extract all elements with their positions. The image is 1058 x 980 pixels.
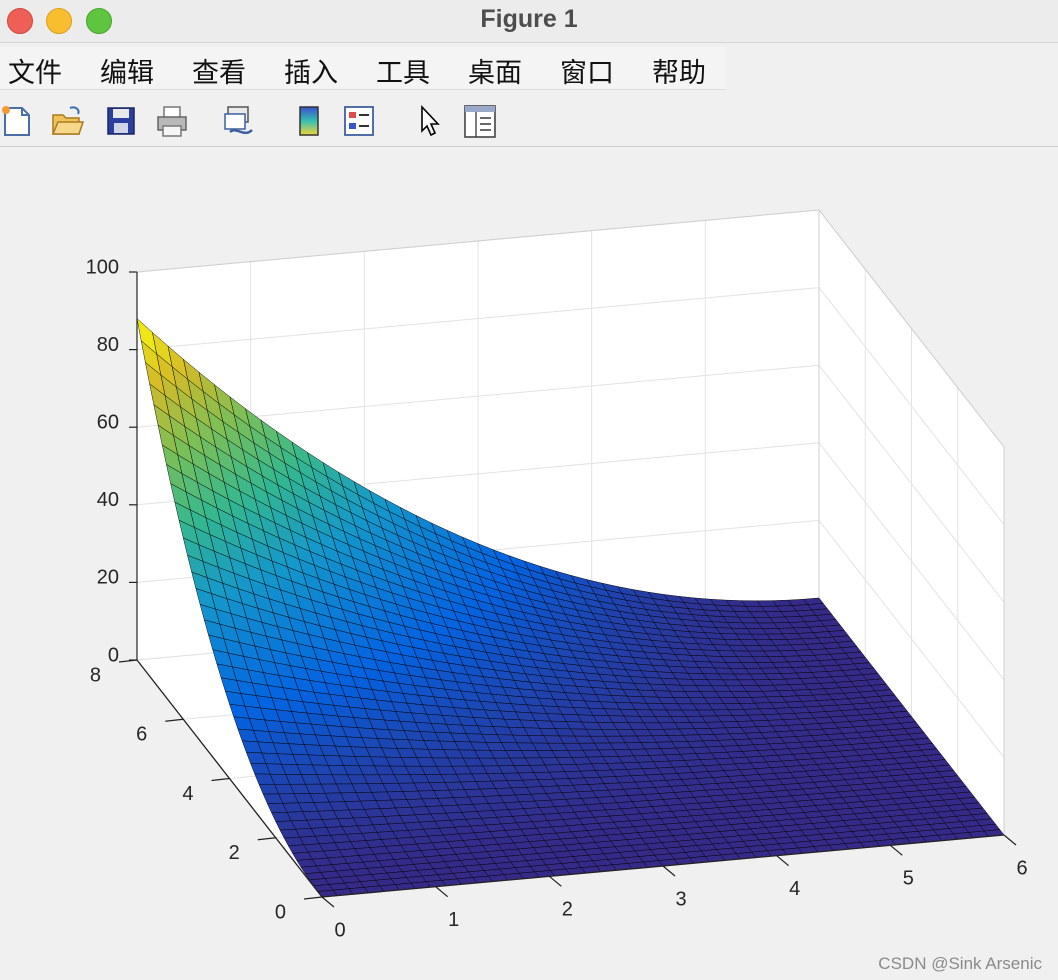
z-tick-label: 80 — [97, 334, 119, 356]
menu-view[interactable]: 查看 — [192, 51, 246, 90]
insert-legend-icon[interactable] — [342, 104, 376, 138]
x-tick — [662, 865, 676, 877]
x-tick — [321, 896, 335, 908]
print-icon[interactable] — [155, 104, 189, 138]
y-tick-label: 6 — [136, 724, 147, 746]
x-tick — [548, 875, 562, 887]
menu-edit[interactable]: 编辑 — [100, 51, 154, 90]
z-tick-label: 20 — [97, 567, 119, 589]
open-file-icon[interactable] — [50, 104, 84, 138]
x-tick — [435, 886, 449, 898]
menu-help[interactable]: 帮助 — [652, 51, 706, 90]
x-tick-label: 5 — [903, 868, 914, 890]
x-tick — [889, 844, 903, 856]
menu-desktop[interactable]: 桌面 — [468, 51, 522, 90]
x-tick-label: 4 — [789, 878, 800, 900]
x-tick-label: 0 — [334, 919, 345, 941]
x-tick-label: 1 — [448, 909, 459, 931]
surface-plot-axes[interactable]: 0 1 2 3 4 5 602468020406080100 — [0, 147, 1058, 980]
x-tick-label: 2 — [562, 899, 573, 921]
menu-bar: 文件 编辑 查看 插入 工具 桌面 窗口 帮助 — [0, 47, 726, 90]
window-title: Figure 1 — [480, 5, 578, 33]
link-plot-icon[interactable] — [222, 104, 256, 138]
y-tick-label: 2 — [229, 842, 240, 864]
insert-colorbar-icon[interactable] — [292, 104, 326, 138]
figure-toolbar — [0, 90, 1058, 147]
watermark: CSDN @Sink Arsenic — [878, 954, 1042, 973]
y-tick — [257, 837, 276, 841]
title-bar: Figure 1 — [0, 0, 1058, 43]
new-figure-icon[interactable] — [0, 104, 34, 138]
x-tick-label: 3 — [675, 888, 686, 910]
x-tick — [776, 855, 790, 867]
menu-tools[interactable]: 工具 — [376, 51, 430, 90]
z-tick-label: 40 — [97, 489, 119, 511]
menu-window[interactable]: 窗口 — [560, 51, 614, 90]
property-inspector-icon[interactable] — [462, 104, 496, 138]
menu-file[interactable]: 文件 — [8, 51, 62, 90]
y-tick — [165, 718, 184, 722]
z-tick-label: 0 — [108, 644, 119, 666]
edit-plot-cursor-icon[interactable] — [412, 104, 446, 138]
y-tick — [303, 896, 323, 900]
z-tick-label: 100 — [86, 256, 119, 278]
y-tick-label: 0 — [275, 901, 286, 923]
y-tick — [211, 777, 230, 782]
menu-insert[interactable]: 插入 — [284, 51, 338, 90]
x-tick-label: 6 — [1016, 857, 1027, 879]
y-tick-label: 8 — [90, 664, 101, 686]
x-tick — [1003, 834, 1017, 846]
save-icon[interactable] — [104, 104, 138, 138]
z-tick-label: 60 — [97, 411, 119, 433]
y-tick-label: 4 — [182, 783, 193, 805]
